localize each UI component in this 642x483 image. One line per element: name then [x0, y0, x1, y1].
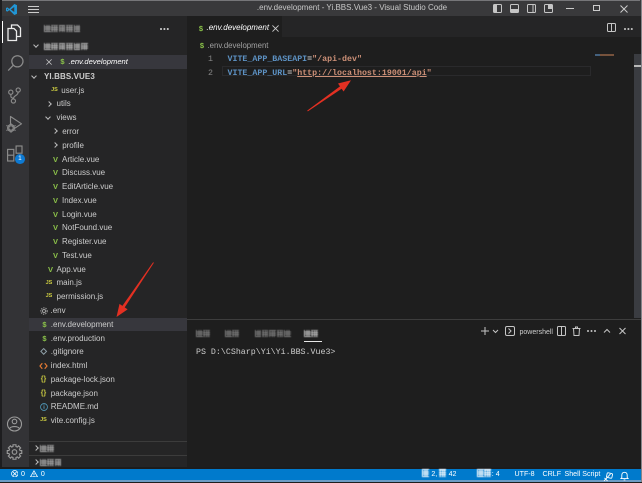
- svg-text:powershell: powershell: [520, 329, 554, 336]
